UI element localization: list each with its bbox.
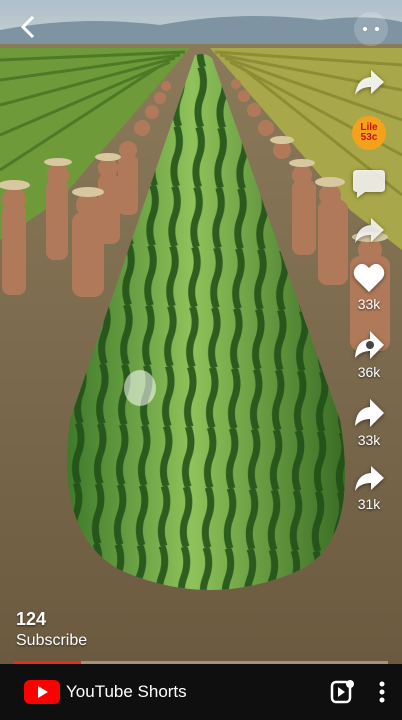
next-arrow-button[interactable] — [340, 216, 398, 246]
brand-label: YouTube Shorts — [66, 682, 187, 701]
share-count: 31k — [357, 496, 381, 512]
remix-icon — [355, 331, 384, 359]
like-count: 33k — [357, 296, 381, 312]
channel-badge[interactable]: Lile 53c — [340, 116, 398, 150]
action-rail: Lile 53c 33k 36k 33k 31k — [340, 64, 398, 528]
caption: 124 Subscribe — [16, 609, 87, 650]
back-arrow-icon — [20, 15, 35, 39]
share-arrow-icon — [355, 466, 384, 491]
more-options-button[interactable] — [354, 12, 388, 46]
youtube-play-icon — [38, 686, 48, 698]
footer-actions — [306, 678, 386, 711]
menu-button[interactable] — [378, 680, 386, 709]
shorts-button[interactable] — [328, 678, 356, 711]
remix-count: 33k — [357, 432, 381, 448]
youtube-logo[interactable] — [24, 680, 60, 704]
share-arrow-icon — [355, 218, 384, 243]
video-player[interactable]: Lile 53c 33k 36k 33k 31k 124 Subscribe — [0, 0, 402, 664]
share-arrow-icon — [355, 70, 384, 95]
comment-bubble-button[interactable] — [340, 166, 398, 200]
share-button[interactable]: 31k — [340, 464, 398, 512]
like-heart-icon — [353, 263, 385, 292]
remix-button[interactable]: 33k — [340, 396, 398, 448]
comment-icon — [353, 170, 385, 198]
footer-bar: YouTube Shorts — [0, 664, 402, 720]
channel-badge-text: Lile 53c — [352, 116, 386, 150]
more-dots-icon — [363, 27, 379, 31]
shorts-icon — [330, 680, 354, 704]
comment-button[interactable]: 36k — [340, 328, 398, 380]
caption-number: 124 — [16, 609, 47, 629]
like-button[interactable]: 33k — [340, 262, 398, 312]
comment-count: 36k — [357, 364, 381, 380]
share-top-button[interactable] — [340, 64, 398, 100]
vertical-dots-icon — [379, 681, 385, 703]
dislike-icon — [355, 399, 384, 427]
subscribe-link[interactable]: Subscribe — [16, 632, 87, 650]
back-button[interactable] — [14, 12, 44, 42]
